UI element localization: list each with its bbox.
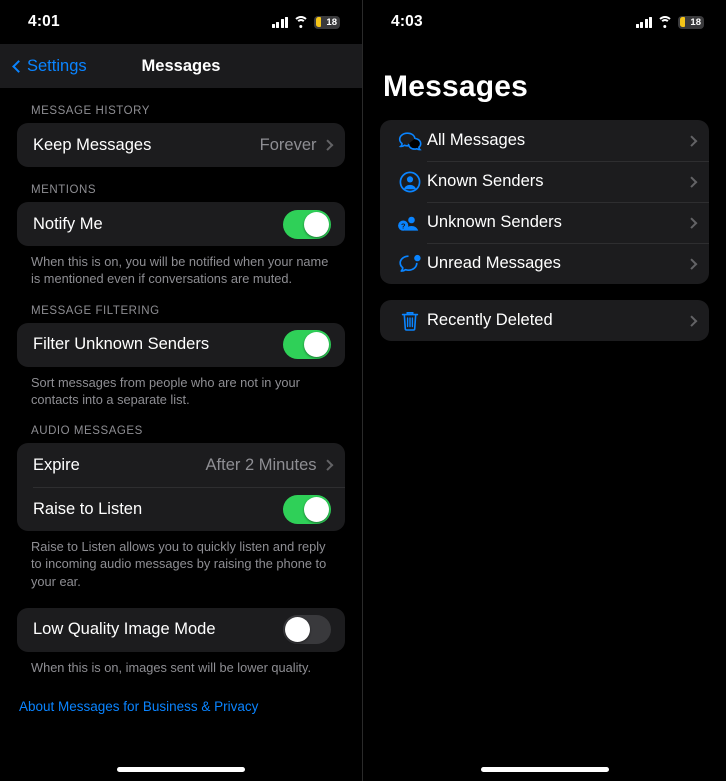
row-notify-me[interactable]: Notify Me (17, 202, 345, 246)
footnote-low-quality-image: When this is on, images sent will be low… (31, 659, 311, 675)
footnote-mentions: When this is on, you will be notified wh… (31, 254, 329, 287)
list-item-unread-messages[interactable]: Unread Messages (380, 243, 709, 284)
section-card-message-history: Keep Messages Forever (17, 123, 345, 167)
battery-icon: 18 (314, 15, 340, 29)
footnote-message-filtering: Sort messages from people who are not in… (31, 374, 300, 407)
settings-messages-screen: 4:01 18 Settings Messages MESSAGE HISTOR… (0, 0, 363, 781)
dual-screenshot: 4:01 18 Settings Messages MESSAGE HISTOR… (0, 0, 726, 781)
toggle-raise-to-listen[interactable] (283, 494, 331, 524)
person-question-icon: ? (393, 212, 427, 234)
about-messages-link[interactable]: About Messages for Business & Privacy (19, 699, 258, 714)
battery-level: 18 (690, 16, 701, 28)
status-bar-left: 4:01 18 (0, 0, 362, 44)
row-value: Forever (259, 135, 317, 154)
chevron-right-icon (321, 139, 333, 151)
row-raise-to-listen[interactable]: Raise to Listen (17, 487, 345, 531)
row-label: Filter Unknown Senders (33, 335, 210, 354)
navigation-bar: Settings Messages (0, 44, 362, 88)
cellular-signal-icon (271, 16, 288, 28)
toggle-filter-unknown-senders[interactable] (283, 330, 331, 360)
wifi-icon (657, 16, 673, 28)
section-header-message-filtering: MESSAGE FILTERING (31, 304, 160, 317)
chevron-right-icon (685, 135, 697, 146)
messages-filters-screen: 4:03 18 Messages All Messages Known Send… (363, 0, 726, 781)
toggle-low-quality-image-mode[interactable] (283, 615, 331, 645)
section-card-low-quality-image: Low Quality Image Mode (17, 607, 345, 652)
row-label: Low Quality Image Mode (33, 620, 216, 639)
chevron-right-icon (685, 176, 697, 187)
section-header-mentions: MENTIONS (31, 184, 97, 196)
person-circle-icon (393, 171, 427, 193)
chevron-right-icon (685, 315, 697, 326)
bubble-badge-icon (393, 253, 427, 275)
list-item-all-messages[interactable]: All Messages (380, 120, 709, 161)
chevron-left-icon (12, 59, 25, 73)
section-card-message-filtering: Filter Unknown Senders (17, 322, 345, 367)
row-filter-unknown-senders[interactable]: Filter Unknown Senders (17, 323, 345, 367)
footnote-audio-messages: Raise to Listen allows you to quickly li… (31, 539, 327, 589)
chevron-right-icon (685, 217, 697, 228)
status-bar-right: 4:03 18 (363, 0, 726, 44)
status-indicators: 18 (271, 15, 340, 29)
status-indicators: 18 (635, 15, 704, 29)
list-item-label: Known Senders (427, 172, 544, 190)
list-item-label: Recently Deleted (427, 311, 553, 329)
wifi-icon (293, 16, 309, 28)
back-button[interactable]: Settings (12, 57, 87, 76)
svg-text:?: ? (401, 221, 406, 230)
section-card-audio-messages: Expire After 2 Minutes Raise to Listen (17, 443, 345, 532)
list-item-label: Unread Messages (427, 254, 561, 272)
home-indicator (480, 767, 609, 772)
filters-card: All Messages Known Senders ? Unknown Sen… (380, 120, 709, 284)
cellular-signal-icon (635, 16, 652, 28)
section-header-audio-messages: AUDIO MESSAGES (31, 425, 143, 438)
two-speech-bubbles-icon (393, 131, 427, 151)
row-label: Notify Me (33, 214, 103, 233)
list-item-known-senders[interactable]: Known Senders (380, 161, 709, 202)
chevron-right-icon (685, 258, 697, 269)
trash-icon (393, 310, 427, 332)
about-link-row: About Messages for Business & Privacy (0, 676, 362, 716)
settings-scroll-area[interactable]: MESSAGE HISTORY Keep Messages Forever ME… (0, 88, 362, 781)
page-title: Messages (383, 70, 529, 103)
list-item-unknown-senders[interactable]: ? Unknown Senders (380, 202, 709, 243)
back-button-label: Settings (27, 56, 87, 75)
toggle-notify-me[interactable] (283, 209, 331, 239)
recently-deleted-card: Recently Deleted (380, 300, 709, 341)
row-label: Keep Messages (33, 135, 152, 154)
chevron-right-icon (321, 459, 333, 471)
section-header-message-history: MESSAGE HISTORY (31, 105, 151, 117)
row-keep-messages[interactable]: Keep Messages Forever (17, 123, 345, 167)
list-item-recently-deleted[interactable]: Recently Deleted (380, 300, 709, 341)
row-low-quality-image-mode[interactable]: Low Quality Image Mode (17, 608, 345, 652)
row-expire[interactable]: Expire After 2 Minutes (17, 443, 345, 487)
section-card-mentions: Notify Me (17, 202, 345, 246)
status-time: 4:03 (391, 13, 423, 30)
battery-icon: 18 (678, 15, 704, 29)
home-indicator (117, 767, 245, 772)
status-time: 4:01 (28, 13, 60, 30)
battery-level: 18 (326, 16, 337, 28)
row-label: Expire (33, 455, 80, 474)
list-item-label: Unknown Senders (427, 213, 562, 231)
list-item-label: All Messages (427, 131, 526, 149)
row-label: Raise to Listen (33, 499, 143, 518)
row-value: After 2 Minutes (205, 455, 317, 474)
